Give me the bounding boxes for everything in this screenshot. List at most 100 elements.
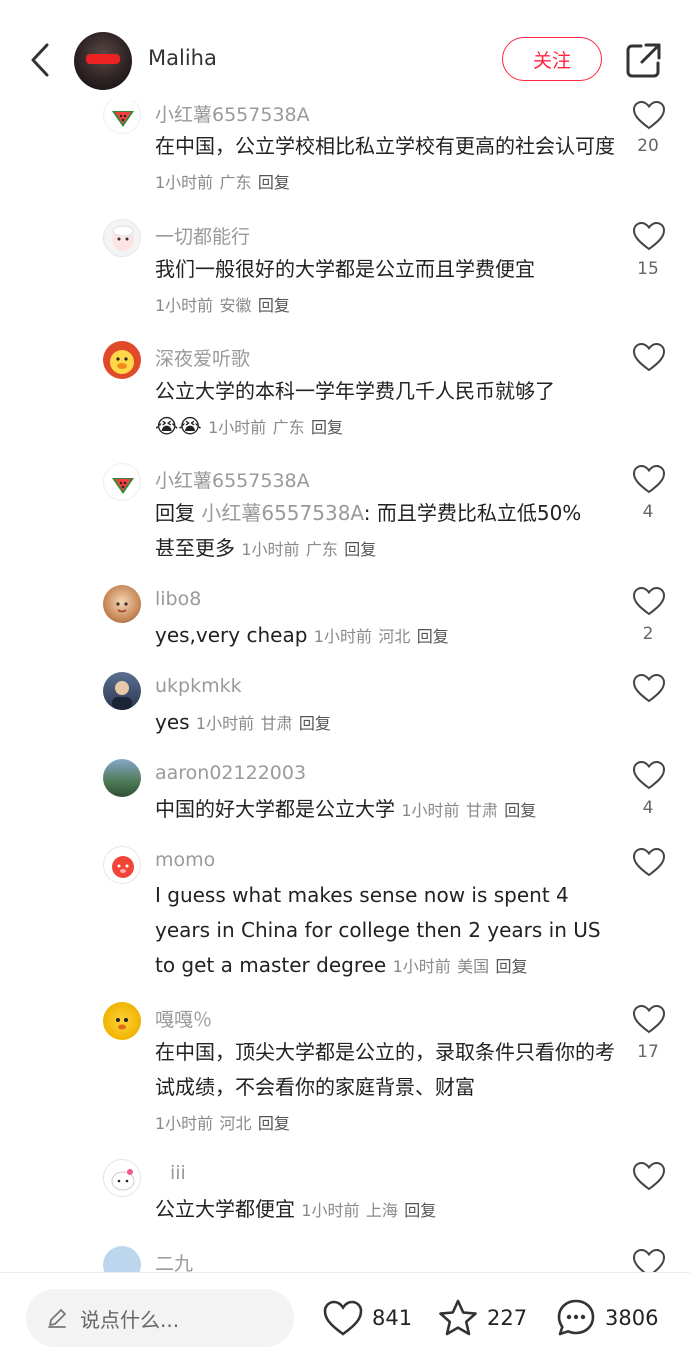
avatar[interactable]: [103, 96, 141, 134]
avatar[interactable]: [103, 341, 141, 379]
comment-text: 公立大学的本科一学年学费几千人民币就够了: [155, 379, 555, 403]
comment-text: 在中国，公立学校相比私立学校有更高的社会认可度: [155, 134, 615, 158]
like-count: 15: [637, 259, 659, 279]
comment-text: 我们一般很好的大学都是公立而且学费便宜: [155, 257, 535, 281]
back-button[interactable]: [24, 38, 56, 82]
collect-button[interactable]: 227: [437, 1295, 527, 1341]
comment-location: 甘肃: [465, 801, 498, 820]
heart-icon[interactable]: [632, 1161, 666, 1191]
like-count: 4: [642, 502, 654, 522]
heart-icon[interactable]: [632, 221, 666, 251]
comment-text: 中国的好大学都是公立大学: [155, 797, 395, 821]
comment-text-block: yes 1小时前 甘肃 回复: [155, 705, 615, 741]
follow-button[interactable]: 关注: [502, 37, 602, 81]
like-count: 2: [642, 624, 654, 644]
heart-icon[interactable]: [632, 847, 666, 877]
heart-icon[interactable]: [632, 100, 666, 130]
avatar[interactable]: [103, 1159, 141, 1197]
comment-author[interactable]: 小红薯6557538A: [155, 466, 310, 493]
comment-location: 美国: [457, 957, 490, 976]
avatar[interactable]: [103, 846, 141, 884]
author-avatar[interactable]: [74, 32, 132, 90]
heart-icon[interactable]: [632, 342, 666, 372]
comment-bubble-icon: [557, 1299, 595, 1336]
avatar[interactable]: [103, 463, 141, 501]
comment-author[interactable]: iii: [170, 1162, 186, 1184]
comment-text-block: 在中国，公立学校相比私立学校有更高的社会认可度 1小时前 广东 回复: [155, 129, 615, 200]
like-count: 20: [637, 136, 659, 156]
reply-button[interactable]: 回复: [299, 714, 331, 733]
reply-button[interactable]: 回复: [258, 296, 290, 315]
like-count: 4: [642, 798, 654, 818]
comment-time: 1小时前: [155, 1114, 214, 1133]
heart-icon[interactable]: [632, 673, 666, 703]
like-count: 841: [372, 1306, 413, 1330]
comment-time: 1小时前: [301, 1201, 360, 1220]
comment-time: 1小时前: [155, 173, 214, 192]
collect-count: 227: [487, 1306, 528, 1330]
reply-button[interactable]: 回复: [258, 1114, 290, 1133]
comment-text: yes: [155, 710, 190, 734]
pencil-icon: [48, 1309, 66, 1328]
comment-location: 上海: [365, 1201, 398, 1220]
comment-button[interactable]: 3806: [555, 1295, 658, 1341]
comment-time: 1小时前: [392, 957, 451, 976]
comment-author[interactable]: 深夜爱听歌: [155, 344, 250, 371]
comment-location: 安徽: [219, 296, 252, 315]
heart-icon[interactable]: [632, 1248, 666, 1272]
comment-author[interactable]: 小红薯6557538A: [155, 100, 310, 127]
star-icon: [439, 1299, 477, 1336]
comment-author[interactable]: libo8: [155, 588, 201, 610]
heart-icon[interactable]: [632, 586, 666, 616]
comment-text-block: 公立大学的本科一学年学费几千人民币就够了 😭😭 1小时前 广东 回复: [155, 374, 615, 445]
reply-button[interactable]: 回复: [504, 801, 536, 820]
bottom-action-bar: 说点什么... 841 227 3806: [0, 1272, 690, 1360]
reply-button[interactable]: 回复: [258, 173, 290, 192]
comment-count: 3806: [605, 1306, 659, 1330]
comment-location: 甘肃: [260, 714, 293, 733]
reply-prefix: 回复: [155, 501, 195, 525]
comment-location: 广东: [305, 540, 338, 559]
comment-time: 1小时前: [155, 296, 214, 315]
comment-time: 1小时前: [208, 418, 267, 437]
comment-author[interactable]: momo: [155, 849, 215, 871]
comment-location: 广东: [219, 173, 252, 192]
comment-text: 公立大学都便宜: [155, 1197, 295, 1221]
mention-link[interactable]: 小红薯6557538A: [201, 501, 363, 525]
heart-icon[interactable]: [632, 464, 666, 494]
avatar[interactable]: [103, 219, 141, 257]
comment-author[interactable]: 一切都能行: [155, 222, 250, 249]
comment-location: 河北: [219, 1114, 252, 1133]
comment-text-block: yes,very cheap 1小时前 河北 回复: [155, 618, 615, 654]
comment-location: 广东: [272, 418, 305, 437]
comment-text-block: 在中国，顶尖大学都是公立的，录取条件只看你的考试成绩，不会看你的家庭背景、财富 …: [155, 1035, 615, 1141]
comment-text-block: 公立大学都便宜 1小时前 上海 回复: [155, 1192, 615, 1228]
comment-author[interactable]: 二九: [155, 1249, 193, 1272]
reply-button[interactable]: 回复: [404, 1201, 436, 1220]
avatar[interactable]: [103, 1246, 141, 1272]
heart-icon: [323, 1300, 363, 1336]
avatar[interactable]: [103, 759, 141, 797]
share-icon[interactable]: [624, 40, 664, 80]
comment-author[interactable]: 嘎嘎％: [155, 1005, 212, 1032]
comment-input[interactable]: 说点什么...: [26, 1289, 294, 1347]
heart-icon[interactable]: [632, 1004, 666, 1034]
reply-button[interactable]: 回复: [344, 540, 376, 559]
comment-time: 1小时前: [313, 627, 372, 646]
crying-emoji: 😭😭: [155, 414, 202, 438]
heart-icon[interactable]: [632, 760, 666, 790]
avatar[interactable]: [103, 672, 141, 710]
like-button[interactable]: 841: [322, 1295, 412, 1341]
reply-button[interactable]: 回复: [496, 957, 528, 976]
comment-time: 1小时前: [195, 714, 255, 733]
comment-text-block: 我们一般很好的大学都是公立而且学费便宜 1小时前 安徽 回复: [155, 252, 615, 323]
comment-author[interactable]: aaron02122003: [155, 762, 306, 784]
author-name[interactable]: Maliha: [148, 46, 217, 70]
comment-text-block: I guess what makes sense now is spent 4 …: [155, 878, 605, 984]
reply-button[interactable]: 回复: [311, 418, 343, 437]
comment-location: 河北: [378, 627, 411, 646]
avatar[interactable]: [103, 585, 141, 623]
comment-author[interactable]: ukpkmkk: [155, 675, 242, 697]
avatar[interactable]: [103, 1002, 141, 1040]
reply-button[interactable]: 回复: [417, 627, 449, 646]
